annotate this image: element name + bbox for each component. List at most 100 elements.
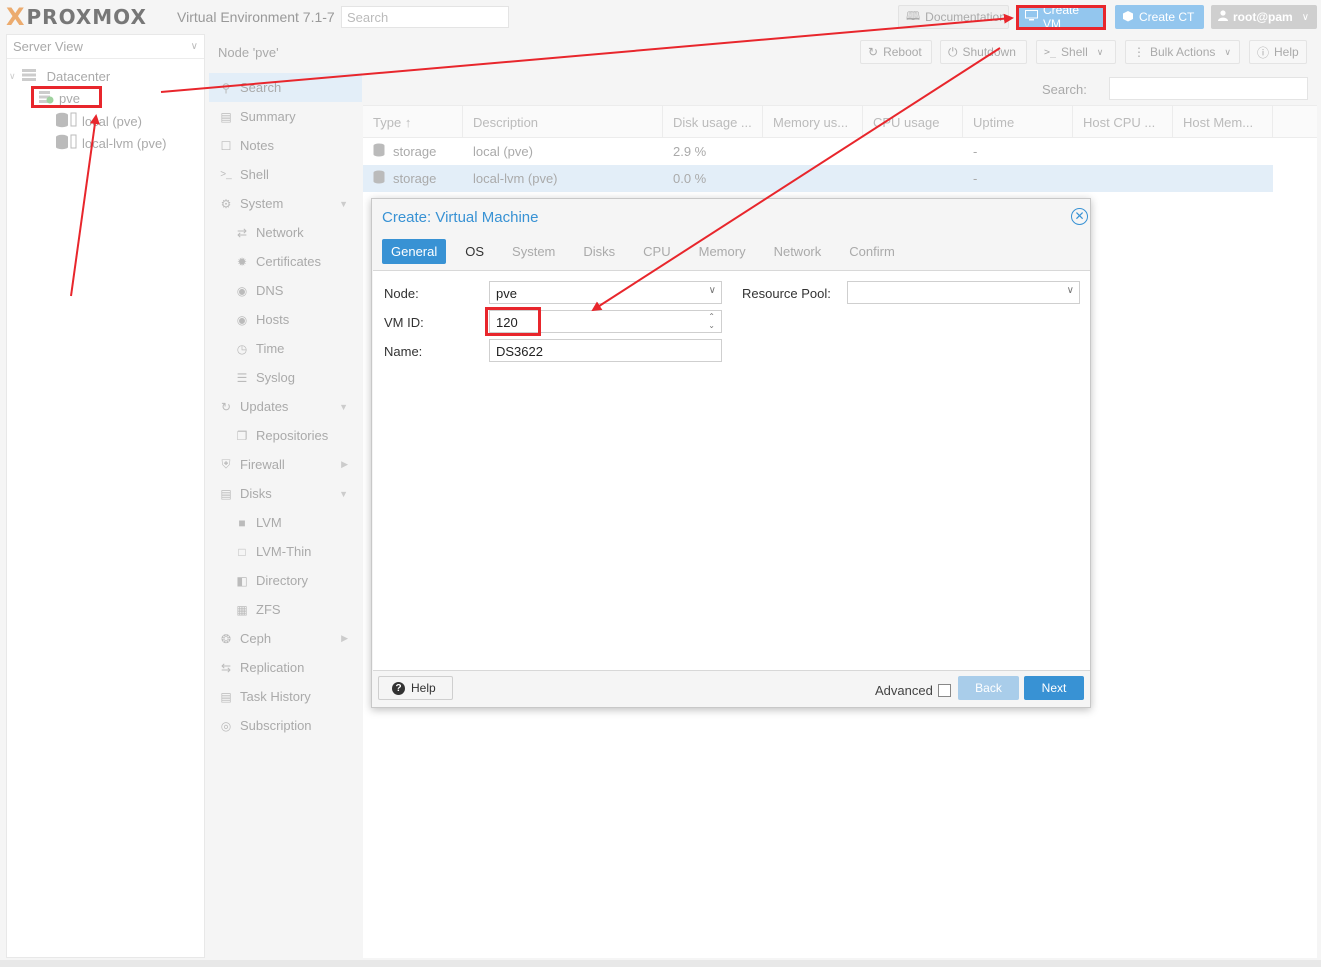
global-search-input[interactable]: Search bbox=[341, 6, 509, 28]
menu-item-certificates[interactable]: ✹ Certificates bbox=[209, 247, 362, 276]
menu-item-lvm-thin[interactable]: □ LVM-Thin bbox=[209, 537, 362, 566]
column-cpu-usage[interactable]: CPU usage bbox=[863, 106, 963, 137]
support-icon: ◎ bbox=[220, 718, 232, 733]
menu-item-ceph[interactable]: ❂ Ceph ▶ bbox=[209, 624, 362, 653]
user-label: root@pam bbox=[1233, 10, 1293, 24]
create-vm-button[interactable]: Create VM bbox=[1018, 3, 1105, 31]
menu-item-syslog[interactable]: ☰ Syslog bbox=[209, 363, 362, 392]
tree-item-node-pve[interactable]: pve bbox=[38, 88, 80, 108]
create-ct-label: Create CT bbox=[1139, 10, 1195, 24]
node-header: Node 'pve' ↻ Reboot ⏻ Shutdown >_ Shell … bbox=[209, 34, 1317, 70]
server-view-label: Server View bbox=[13, 39, 83, 54]
menu-item-replication[interactable]: ⇆ Replication bbox=[209, 653, 362, 682]
column-type[interactable]: Type ↑ bbox=[363, 106, 463, 137]
menu-label-task-history: Task History bbox=[240, 689, 311, 704]
tab-memory[interactable]: Memory bbox=[690, 239, 755, 264]
menu-item-repositories[interactable]: ❐ Repositories bbox=[209, 421, 362, 450]
column-host-memory[interactable]: Host Mem... bbox=[1173, 106, 1273, 137]
shutdown-button[interactable]: ⏻ Shutdown bbox=[940, 40, 1027, 64]
column-memory-usage[interactable]: Memory us... bbox=[763, 106, 863, 137]
menu-item-summary[interactable]: ▤ Summary bbox=[209, 102, 362, 131]
menu-label-subscription: Subscription bbox=[240, 718, 312, 733]
cell-disk-usage: 0.0 % bbox=[673, 171, 707, 186]
menu-item-shell[interactable]: >_ Shell bbox=[209, 160, 362, 189]
reboot-button[interactable]: ↻ Reboot bbox=[860, 40, 932, 64]
vm-name-input-value: DS3622 bbox=[496, 344, 543, 359]
database-icon bbox=[373, 143, 385, 160]
menu-item-system[interactable]: ⚙ System ▼ bbox=[209, 189, 362, 218]
next-button[interactable]: Next bbox=[1024, 676, 1084, 700]
advanced-checkbox[interactable] bbox=[938, 684, 951, 697]
tab-os[interactable]: OS bbox=[456, 239, 493, 264]
tab-cpu[interactable]: CPU bbox=[634, 239, 679, 264]
node-select[interactable]: pve ∨ bbox=[489, 281, 722, 304]
book-icon: 🕮 bbox=[906, 8, 921, 23]
logo-wordmark: PROXMOX bbox=[26, 5, 147, 29]
refresh-icon: ↻ bbox=[220, 399, 232, 414]
vm-name-input[interactable]: DS3622 bbox=[489, 339, 722, 362]
tab-confirm[interactable]: Confirm bbox=[840, 239, 904, 264]
create-vm-dialog: Create: Virtual Machine ✕ General OS Sys… bbox=[371, 198, 1091, 708]
tab-network[interactable]: Network bbox=[765, 239, 831, 264]
chevron-down-icon: ∨ bbox=[190, 41, 198, 52]
globe-icon: ◉ bbox=[236, 283, 248, 298]
user-menu-button[interactable]: root@pam ∨ bbox=[1211, 5, 1317, 29]
menu-item-network[interactable]: ⇄ Network bbox=[209, 218, 362, 247]
vmid-input[interactable]: 120 ⌃ ⌄ bbox=[489, 310, 722, 333]
menu-label-summary: Summary bbox=[240, 109, 296, 124]
help-label: Help bbox=[1274, 45, 1299, 59]
top-bar: X PROXMOX Virtual Environment 7.1-7 Sear… bbox=[0, 0, 1321, 34]
help-button[interactable]: ⓘ Help bbox=[1249, 40, 1307, 64]
menu-item-notes[interactable]: ☐ Notes bbox=[209, 131, 362, 160]
chevron-down-icon: ∨ bbox=[1096, 46, 1104, 57]
resource-pool-select[interactable]: ∨ bbox=[847, 281, 1080, 304]
reboot-icon: ↻ bbox=[868, 45, 879, 59]
resource-pool-label: Resource Pool: bbox=[742, 286, 831, 301]
column-disk-usage[interactable]: Disk usage ... bbox=[663, 106, 763, 137]
book-icon: ▤ bbox=[220, 109, 232, 124]
dialog-title: Create: Virtual Machine bbox=[382, 209, 539, 226]
table-row[interactable]: storage local (pve) 2.9 % - bbox=[363, 138, 1273, 165]
tab-disks[interactable]: Disks bbox=[574, 239, 624, 264]
logo-x-mark: X bbox=[6, 3, 25, 31]
tree-item-storage-local[interactable]: local (pve) bbox=[55, 111, 142, 131]
menu-item-dns[interactable]: ◉ DNS bbox=[209, 276, 362, 305]
menu-item-disks[interactable]: ▤ Disks ▼ bbox=[209, 479, 362, 508]
column-host-cpu[interactable]: Host CPU ... bbox=[1073, 106, 1173, 137]
menu-item-firewall[interactable]: ⛨ Firewall ▶ bbox=[209, 450, 362, 479]
tab-general[interactable]: General bbox=[382, 239, 447, 264]
chevron-down-icon: ▼ bbox=[339, 401, 348, 412]
cell-uptime: - bbox=[973, 171, 978, 186]
menu-item-hosts[interactable]: ◉ Hosts bbox=[209, 305, 362, 334]
bulk-actions-button[interactable]: ⋮ Bulk Actions ∨ bbox=[1125, 40, 1240, 64]
back-button[interactable]: Back bbox=[958, 676, 1019, 700]
column-uptime[interactable]: Uptime bbox=[963, 106, 1073, 137]
dialog-help-button[interactable]: ? Help bbox=[378, 676, 453, 700]
spinner-icon[interactable]: ⌃ ⌄ bbox=[708, 312, 715, 330]
cell-disk-usage: 2.9 % bbox=[673, 144, 707, 159]
documentation-button[interactable]: 🕮 Documentation bbox=[898, 5, 1009, 29]
menu-item-zfs[interactable]: ▦ ZFS bbox=[209, 595, 362, 624]
menu-item-directory[interactable]: ◧ Directory bbox=[209, 566, 362, 595]
menu-item-lvm[interactable]: ■ LVM bbox=[209, 508, 362, 537]
menu-item-time[interactable]: ◷ Time bbox=[209, 334, 362, 363]
gears-icon: ⚙ bbox=[220, 196, 232, 211]
grid-search-input[interactable] bbox=[1109, 77, 1308, 100]
close-icon[interactable]: ✕ bbox=[1071, 208, 1088, 225]
menu-label-lvm-thin: LVM-Thin bbox=[256, 544, 312, 559]
menu-item-task-history[interactable]: ▤ Task History bbox=[209, 682, 362, 711]
bulk-actions-label: Bulk Actions bbox=[1150, 45, 1216, 59]
shell-button[interactable]: >_ Shell ∨ bbox=[1036, 40, 1116, 64]
square-icon: ■ bbox=[238, 515, 246, 530]
menu-item-search[interactable]: ⚲ Search bbox=[209, 73, 362, 102]
tree-item-datacenter[interactable]: ∨ Datacenter bbox=[9, 66, 110, 86]
sort-up-icon: ↑ bbox=[404, 115, 412, 130]
menu-item-updates[interactable]: ↻ Updates ▼ bbox=[209, 392, 362, 421]
tree-item-storage-local-lvm[interactable]: local-lvm (pve) bbox=[55, 133, 167, 153]
create-ct-button[interactable]: Create CT bbox=[1115, 5, 1204, 29]
table-row[interactable]: storage local-lvm (pve) 0.0 % - bbox=[363, 165, 1273, 192]
tab-system[interactable]: System bbox=[503, 239, 564, 264]
column-description[interactable]: Description bbox=[463, 106, 663, 137]
server-view-select[interactable]: Server View ∨ bbox=[7, 35, 204, 59]
menu-item-subscription[interactable]: ◎ Subscription bbox=[209, 711, 362, 740]
